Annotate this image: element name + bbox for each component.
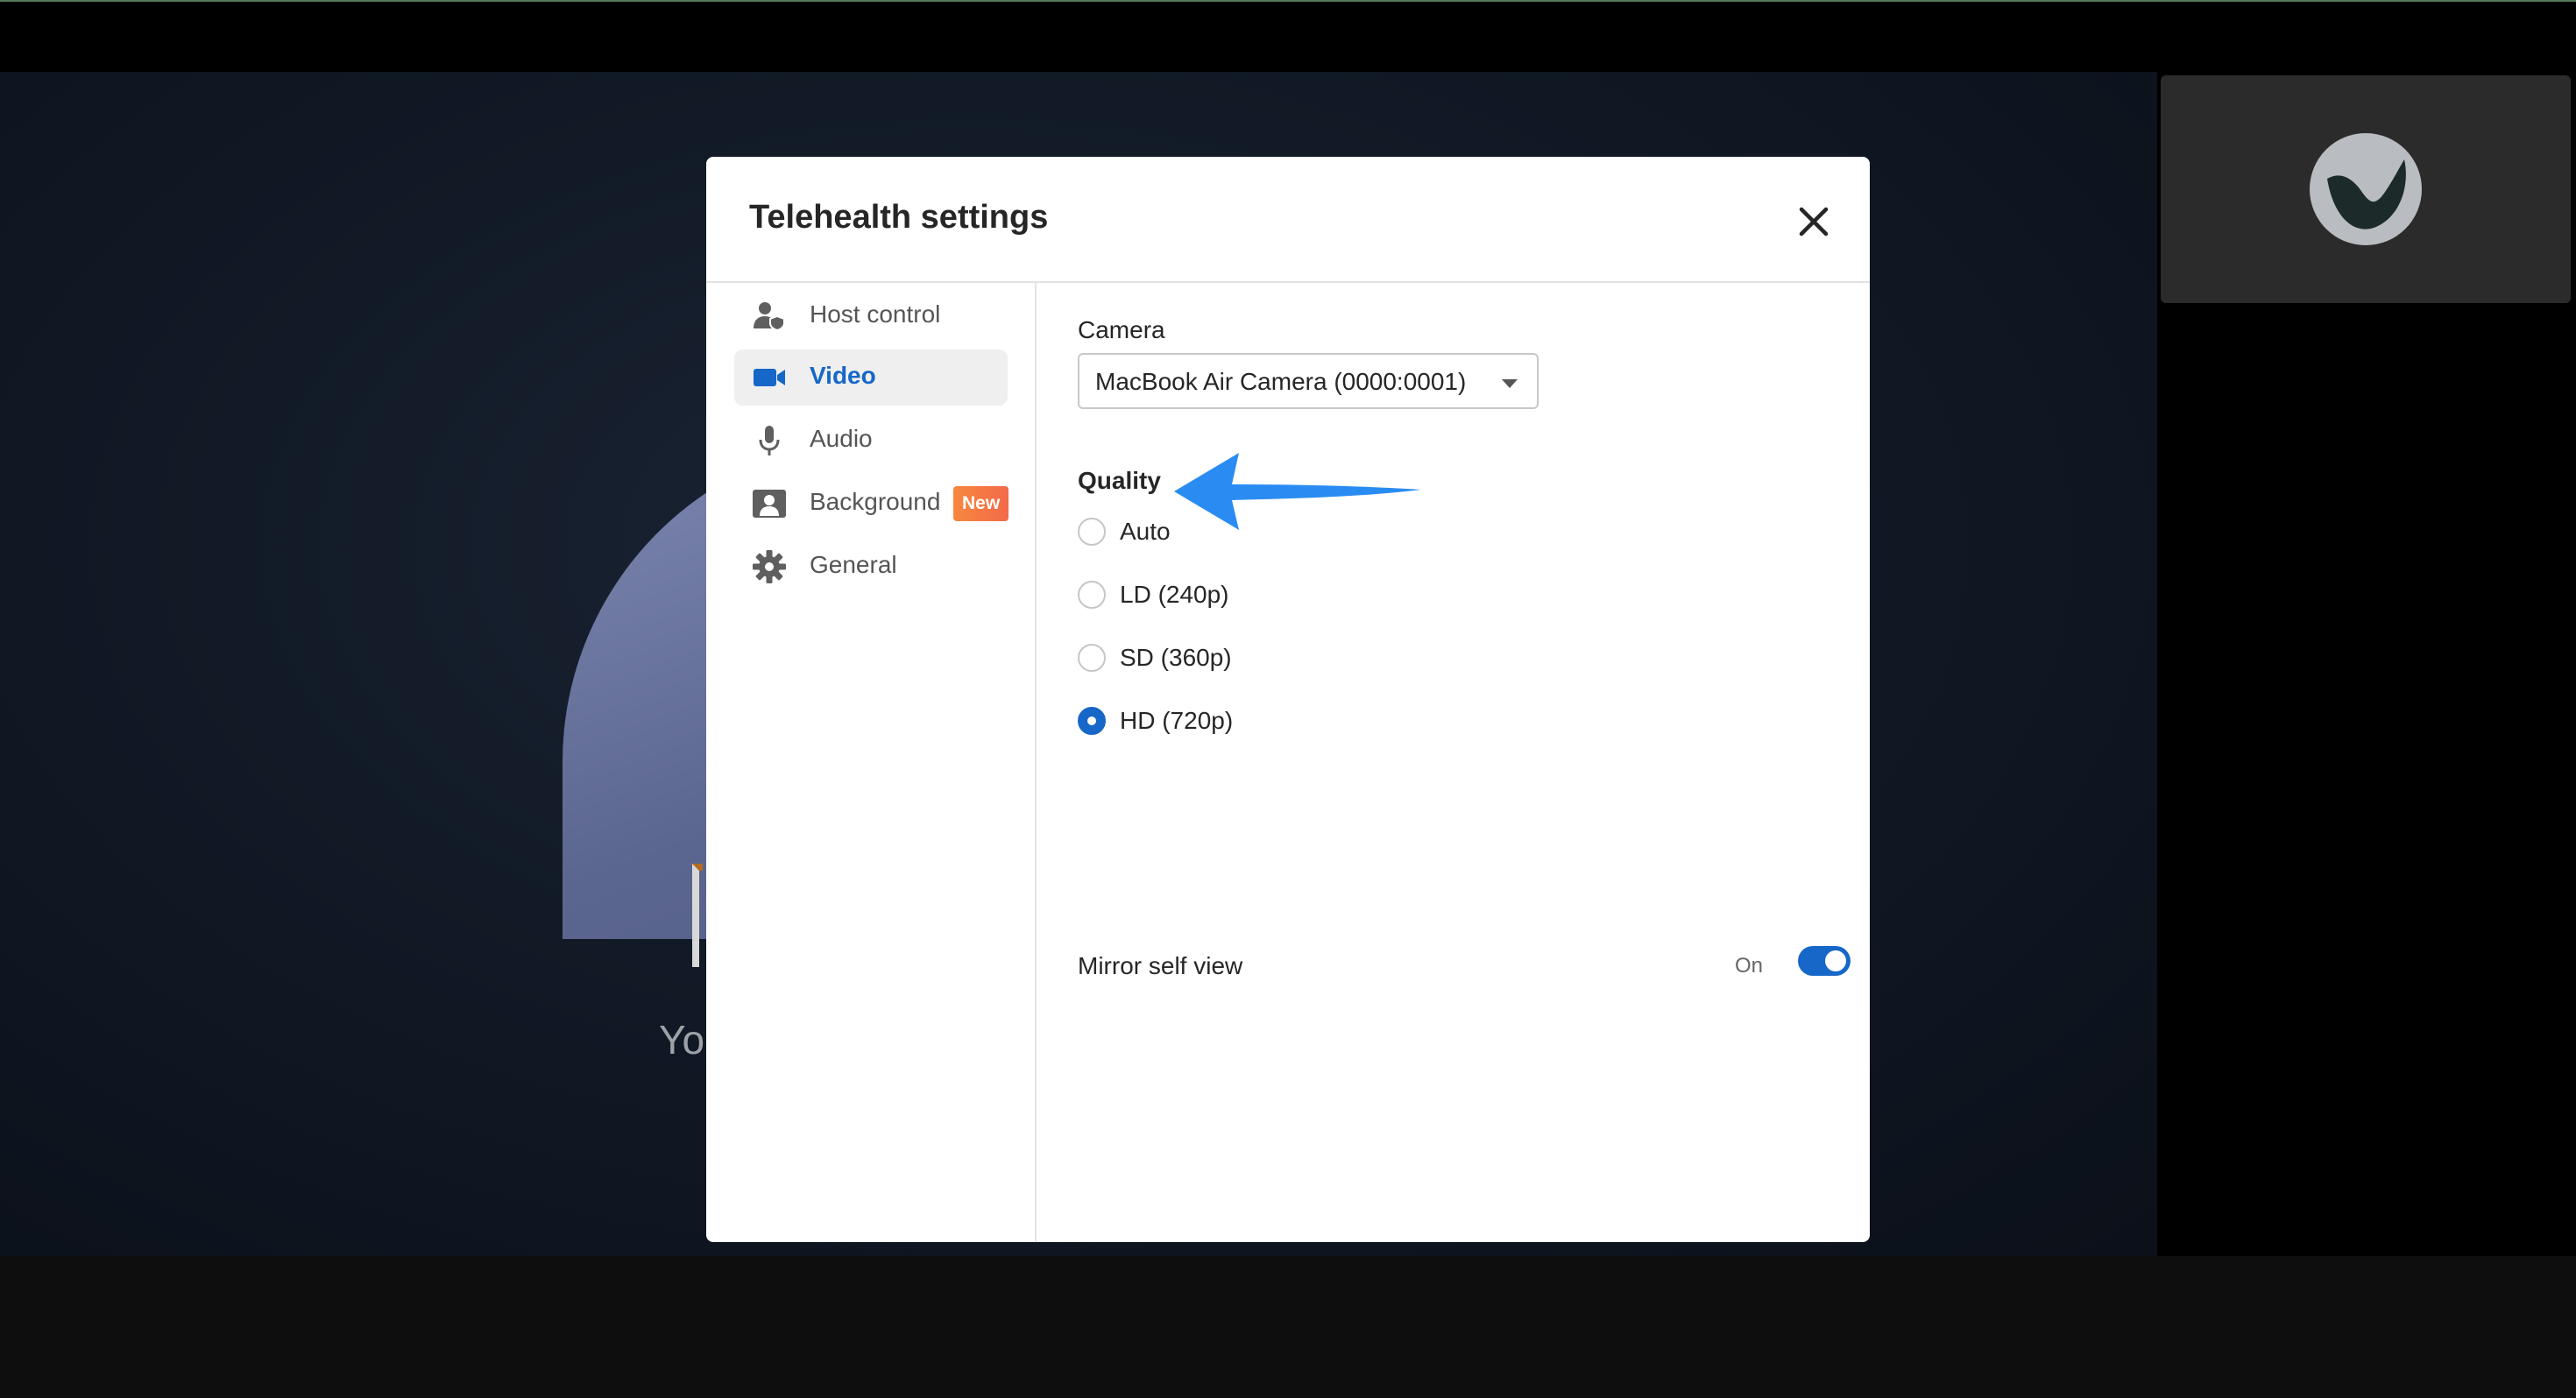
- radio-button[interactable]: [1078, 644, 1106, 672]
- gear-icon: [753, 550, 786, 583]
- video-camera-icon: [754, 369, 785, 386]
- radio-button[interactable]: [1078, 707, 1106, 735]
- annotation-arrow-icon: [1174, 453, 1421, 530]
- self-view-tile[interactable]: [2161, 75, 2571, 303]
- sidebar-item-audio[interactable]: Audio: [734, 413, 1008, 469]
- radio-button[interactable]: [1078, 518, 1106, 546]
- sidebar-item-background[interactable]: Background New: [734, 476, 1009, 532]
- sidebar-item-video[interactable]: Video: [734, 350, 1008, 406]
- settings-sidebar: Host control Video Audio Background New …: [706, 283, 1037, 1242]
- radio-label: LD (240p): [1120, 581, 1229, 608]
- mirror-self-view-label: Mirror self view: [1078, 952, 1243, 979]
- camera-label: Camera: [1078, 316, 1165, 343]
- brand-logo-icon: [2310, 133, 2422, 245]
- radio-label: SD (360p): [1120, 644, 1232, 671]
- sidebar-item-label: Video: [810, 362, 876, 389]
- close-icon: [1799, 207, 1829, 237]
- chevron-down-icon: [1502, 379, 1518, 388]
- background-portrait-icon: [753, 490, 786, 518]
- new-badge: New: [953, 486, 1009, 521]
- mirror-toggle-state: On: [1735, 954, 1764, 978]
- camera-select-value: MacBook Air Camera (0000:0001): [1095, 368, 1467, 395]
- sidebar-item-label: Background: [810, 488, 941, 515]
- radio-label: Auto: [1120, 518, 1171, 545]
- microphone-icon: [759, 426, 780, 455]
- background-decoration: [692, 864, 703, 967]
- modal-header: Telehealth settings: [706, 157, 1870, 283]
- radio-label: HD (720p): [1120, 707, 1234, 734]
- top-bar: [0, 0, 2576, 72]
- sidebar-item-label: General: [810, 551, 897, 578]
- background-caption: Yo: [659, 1017, 705, 1063]
- quality-label: Quality: [1078, 467, 1161, 494]
- modal-title: Telehealth settings: [749, 199, 1049, 236]
- camera-select[interactable]: MacBook Air Camera (0000:0001): [1078, 353, 1539, 409]
- toggle-knob: [1825, 950, 1846, 971]
- close-button[interactable]: [1787, 195, 1840, 248]
- sidebar-item-label: Host control: [810, 300, 941, 328]
- video-settings-panel: Camera MacBook Air Camera (0000:0001) Qu…: [1037, 283, 1870, 1242]
- bottom-toolbar: [0, 1256, 2576, 1398]
- settings-modal: Telehealth settings Host control Video A…: [706, 157, 1870, 1242]
- sidebar-item-host-control[interactable]: Host control: [734, 288, 1008, 344]
- radio-button[interactable]: [1078, 581, 1106, 609]
- sidebar-item-label: Audio: [810, 425, 873, 452]
- mirror-self-view-toggle[interactable]: [1798, 946, 1851, 976]
- host-control-icon: [754, 302, 785, 332]
- sidebar-item-general[interactable]: General: [734, 539, 1008, 595]
